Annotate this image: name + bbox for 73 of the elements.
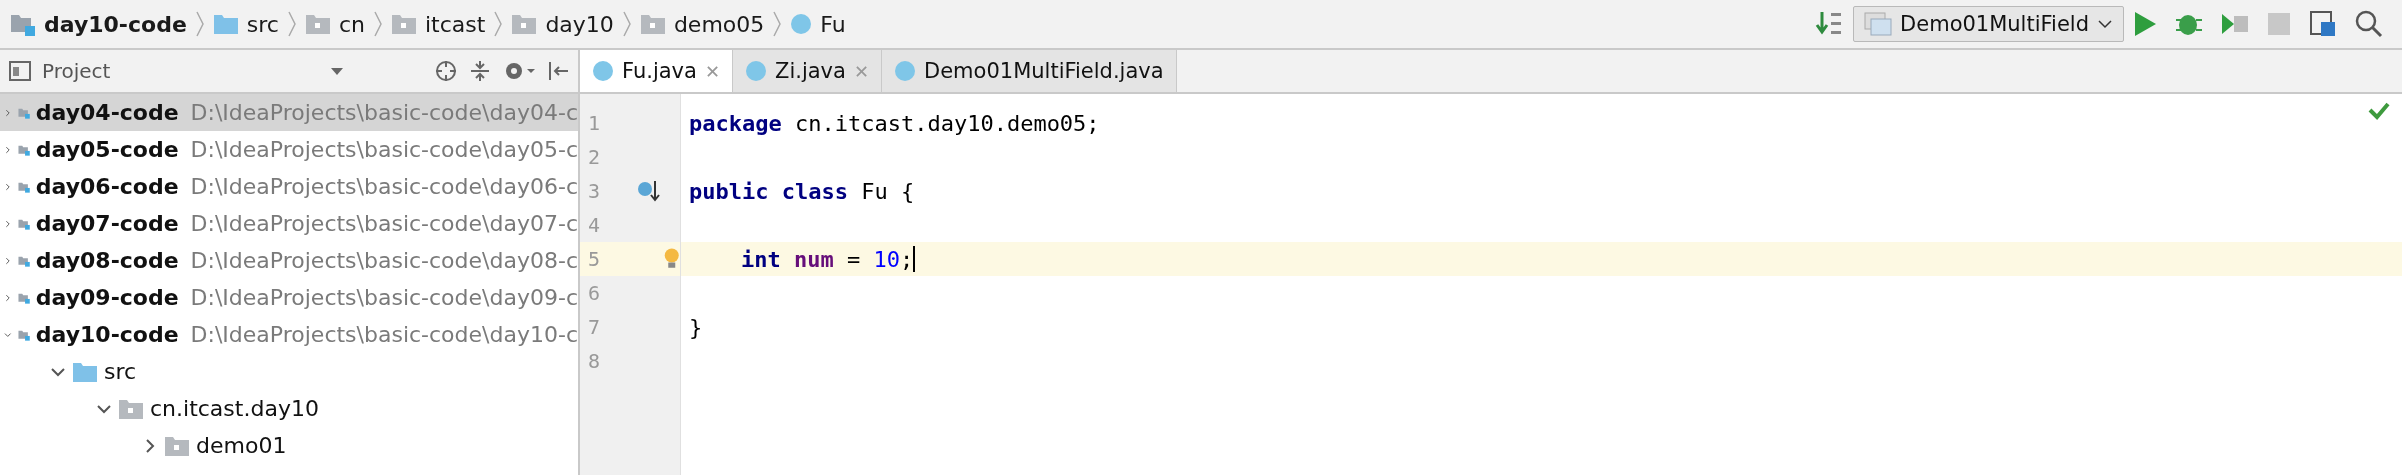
hide-panel-icon[interactable] bbox=[546, 59, 570, 83]
code-line: int num = 10; bbox=[740, 246, 914, 272]
tree-item-label[interactable]: demo01 bbox=[196, 433, 287, 458]
folder-icon bbox=[212, 13, 239, 35]
package-folder-icon bbox=[164, 434, 190, 457]
breadcrumb-item[interactable]: demo05 bbox=[673, 11, 765, 37]
dropdown-caret-icon[interactable] bbox=[330, 66, 345, 76]
package-folder-icon bbox=[511, 13, 538, 35]
chevron-icon bbox=[286, 9, 297, 39]
module-path: D:\IdeaProjects\basic-code\day07-c bbox=[190, 211, 578, 236]
tree-item-label[interactable]: day07-code bbox=[35, 211, 179, 236]
breadcrumb-item[interactable]: day10 bbox=[545, 11, 614, 37]
line-number: 2 bbox=[587, 145, 602, 169]
class-icon bbox=[592, 60, 614, 82]
package-folder-icon bbox=[118, 397, 144, 420]
code-line: } bbox=[688, 314, 703, 340]
package-folder-icon bbox=[639, 13, 666, 35]
locate-icon[interactable] bbox=[434, 59, 458, 83]
package-folder-icon bbox=[391, 13, 417, 35]
line-number: 5 bbox=[587, 247, 602, 271]
module-path: D:\IdeaProjects\basic-code\day04-c bbox=[190, 100, 578, 125]
line-number: 1 bbox=[587, 111, 602, 135]
line-number: 7 bbox=[587, 315, 602, 339]
code-line: public class Fu { bbox=[688, 178, 915, 204]
tree-item-label[interactable]: cn.itcast.day10 bbox=[150, 396, 319, 421]
collapse-icon[interactable] bbox=[468, 59, 492, 83]
line-number: 3 bbox=[587, 179, 602, 203]
breadcrumb-item[interactable]: cn bbox=[338, 11, 365, 37]
folder-icon bbox=[72, 360, 98, 383]
editor-tab[interactable]: Zi.java ✕ bbox=[733, 50, 882, 92]
search-icon[interactable] bbox=[2354, 9, 2384, 39]
tree-item-label[interactable]: day09-code bbox=[35, 285, 179, 310]
line-number: 4 bbox=[587, 213, 602, 237]
class-icon bbox=[745, 60, 767, 82]
breadcrumb-item[interactable]: day10-code bbox=[44, 11, 187, 37]
override-marker-icon[interactable] bbox=[636, 178, 662, 204]
window-icon bbox=[1864, 12, 1893, 36]
line-number: 6 bbox=[587, 281, 602, 305]
project-icon bbox=[8, 59, 32, 83]
chevron-icon bbox=[194, 9, 205, 39]
breadcrumb-item[interactable]: src bbox=[246, 11, 279, 37]
tree-item-label[interactable]: day04-code bbox=[35, 100, 179, 125]
tree-item-label[interactable]: day05-code bbox=[35, 137, 179, 162]
chevron-icon bbox=[772, 9, 783, 39]
text-cursor bbox=[913, 246, 916, 272]
editor-tab[interactable]: Fu.java ✕ bbox=[580, 50, 733, 92]
module-path: D:\IdeaProjects\basic-code\day09-c bbox=[190, 285, 578, 310]
class-icon bbox=[790, 13, 813, 35]
chevron-icon bbox=[621, 9, 632, 39]
class-icon bbox=[894, 60, 916, 82]
tree-item-label[interactable]: src bbox=[104, 359, 137, 384]
check-icon bbox=[2368, 102, 2390, 120]
chevron-icon bbox=[373, 9, 383, 39]
code-line: package cn.itcast.day10.demo05; bbox=[688, 110, 1100, 136]
run-configuration-dropdown[interactable]: Demo01MultiField bbox=[1853, 6, 2124, 42]
module-path: D:\IdeaProjects\basic-code\day08-c bbox=[190, 248, 578, 273]
tree-item-label[interactable]: day06-code bbox=[35, 174, 179, 199]
editor-tab[interactable]: Demo01MultiField.java bbox=[882, 50, 1177, 92]
chevron-icon bbox=[493, 9, 504, 39]
breadcrumb-item[interactable]: itcast bbox=[425, 11, 486, 37]
module-path: D:\IdeaProjects\basic-code\day10-c bbox=[190, 322, 578, 347]
module-path: D:\IdeaProjects\basic-code\day06-c bbox=[190, 174, 578, 199]
module-path: D:\IdeaProjects\basic-code\day05-c bbox=[190, 137, 578, 162]
project-structure-icon[interactable] bbox=[2308, 9, 2338, 39]
panel-title[interactable]: Project bbox=[42, 59, 111, 83]
tree-item-label[interactable]: day10-code bbox=[35, 322, 179, 347]
chevron-down-icon bbox=[2097, 18, 2113, 30]
run-icon[interactable] bbox=[2132, 10, 2158, 38]
breadcrumb-item[interactable]: Fu bbox=[820, 11, 846, 37]
tree-item-label[interactable]: day08-code bbox=[35, 248, 179, 273]
module-folder-icon bbox=[10, 12, 36, 36]
package-folder-icon bbox=[304, 13, 331, 35]
line-number: 8 bbox=[587, 349, 602, 373]
